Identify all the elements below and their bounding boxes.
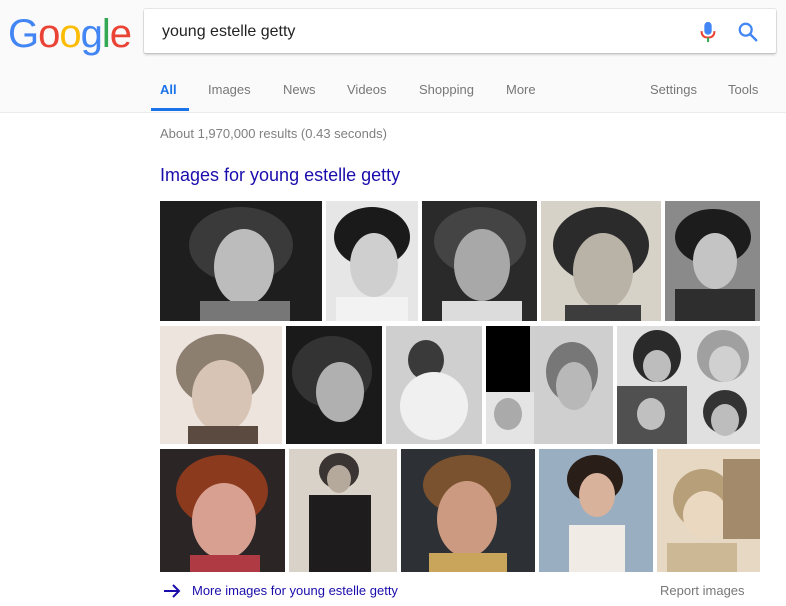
image-thumbnail[interactable] — [539, 449, 653, 572]
image-thumbnail[interactable] — [617, 326, 760, 444]
image-thumbnail[interactable] — [422, 201, 537, 321]
image-thumbnail[interactable] — [386, 326, 482, 444]
image-thumbnail[interactable] — [286, 326, 382, 444]
logo-letter: o — [59, 12, 81, 56]
image-thumbnail[interactable] — [657, 449, 760, 572]
images-heading-link[interactable]: Images for young estelle getty — [160, 165, 400, 186]
search-icon[interactable] — [737, 21, 759, 43]
image-thumbnail[interactable] — [665, 201, 760, 321]
logo-letter: o — [38, 12, 60, 56]
logo-letter: G — [8, 12, 39, 56]
header: Google All Images News Videos Shopping M… — [0, 0, 786, 113]
tab-shopping[interactable]: Shopping — [419, 82, 474, 97]
tab-bar: All Images News Videos Shopping More Set… — [0, 78, 786, 112]
active-tab-indicator — [151, 108, 189, 111]
tab-images[interactable]: Images — [208, 82, 251, 97]
image-thumbnail[interactable] — [541, 201, 661, 321]
tab-settings[interactable]: Settings — [650, 82, 697, 97]
image-thumbnail[interactable] — [401, 449, 535, 572]
logo-letter: g — [80, 12, 103, 56]
result-stats: About 1,970,000 results (0.43 seconds) — [160, 126, 387, 141]
image-thumbnail[interactable] — [160, 449, 285, 572]
image-thumbnail[interactable] — [326, 201, 418, 321]
more-images-label: More images for young estelle getty — [192, 583, 398, 598]
report-images-link[interactable]: Report images — [660, 583, 745, 598]
image-thumbnail[interactable] — [160, 201, 322, 321]
search-box — [144, 9, 776, 55]
search-input[interactable] — [160, 9, 684, 55]
google-logo[interactable]: Google — [8, 12, 132, 57]
tab-videos[interactable]: Videos — [347, 82, 387, 97]
tab-all[interactable]: All — [160, 82, 177, 97]
arrow-right-icon — [164, 584, 181, 598]
image-thumbnail[interactable] — [486, 326, 613, 444]
logo-letter: e — [109, 12, 132, 56]
tab-tools[interactable]: Tools — [728, 82, 758, 97]
tab-news[interactable]: News — [283, 82, 316, 97]
logo-letter: l — [101, 12, 111, 56]
tab-more[interactable]: More — [506, 82, 536, 97]
image-thumbnail[interactable] — [289, 449, 397, 572]
microphone-icon[interactable] — [698, 21, 718, 43]
image-thumbnail[interactable] — [160, 326, 282, 444]
